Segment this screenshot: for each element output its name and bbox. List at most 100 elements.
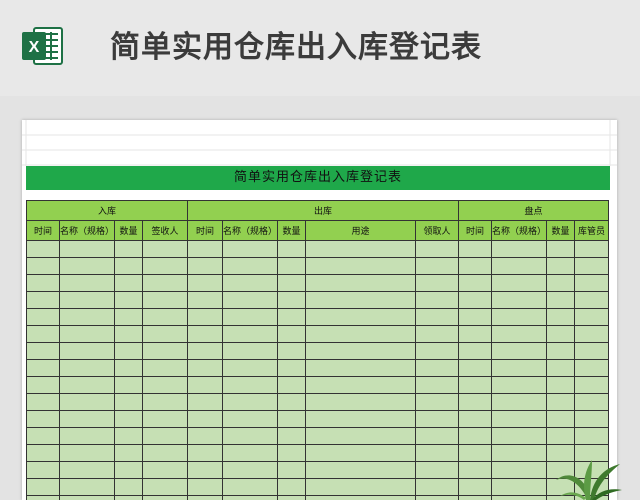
table-cell[interactable] <box>187 376 224 394</box>
table-cell[interactable] <box>142 342 189 360</box>
table-cell[interactable] <box>114 495 144 500</box>
table-cell[interactable] <box>491 240 548 258</box>
table-cell[interactable] <box>114 410 144 428</box>
table-cell[interactable] <box>458 359 493 377</box>
table-cell[interactable] <box>458 444 493 462</box>
table-cell[interactable] <box>491 410 548 428</box>
table-cell[interactable] <box>114 274 144 292</box>
table-cell[interactable] <box>458 393 493 411</box>
table-cell[interactable] <box>114 240 144 258</box>
table-cell[interactable] <box>458 478 493 496</box>
table-cell[interactable] <box>187 410 224 428</box>
table-cell[interactable] <box>546 376 576 394</box>
table-cell[interactable] <box>277 240 307 258</box>
table-cell[interactable] <box>277 444 307 462</box>
table-cell[interactable] <box>277 325 307 343</box>
table-cell[interactable] <box>187 325 224 343</box>
table-cell[interactable] <box>491 291 548 309</box>
table-cell[interactable] <box>491 257 548 275</box>
table-cell[interactable] <box>458 427 493 445</box>
table-cell[interactable] <box>277 291 307 309</box>
table-cell[interactable] <box>305 359 417 377</box>
table-cell[interactable] <box>546 342 576 360</box>
table-cell[interactable] <box>58 257 116 275</box>
table-cell[interactable] <box>222 393 279 411</box>
table-cell[interactable] <box>415 495 460 500</box>
table-cell[interactable] <box>277 308 307 326</box>
table-cell[interactable] <box>26 342 60 360</box>
table-cell[interactable] <box>305 495 417 500</box>
table-cell[interactable] <box>415 240 460 258</box>
table-cell[interactable] <box>458 461 493 479</box>
table-cell[interactable] <box>415 308 460 326</box>
table-cell[interactable] <box>305 427 417 445</box>
table-cell[interactable] <box>415 342 460 360</box>
table-cell[interactable] <box>277 393 307 411</box>
table-cell[interactable] <box>277 478 307 496</box>
table-cell[interactable] <box>415 359 460 377</box>
table-cell[interactable] <box>114 376 144 394</box>
table-cell[interactable] <box>491 376 548 394</box>
table-cell[interactable] <box>142 325 189 343</box>
table-cell[interactable] <box>142 461 189 479</box>
table-cell[interactable] <box>26 274 60 292</box>
table-cell[interactable] <box>305 291 417 309</box>
table-cell[interactable] <box>491 427 548 445</box>
table-cell[interactable] <box>574 240 610 258</box>
table-cell[interactable] <box>142 444 189 462</box>
table-cell[interactable] <box>58 240 116 258</box>
table-cell[interactable] <box>142 376 189 394</box>
table-cell[interactable] <box>415 478 460 496</box>
table-cell[interactable] <box>58 291 116 309</box>
table-cell[interactable] <box>187 257 224 275</box>
table-cell[interactable] <box>415 410 460 428</box>
table-cell[interactable] <box>187 444 224 462</box>
table-cell[interactable] <box>114 359 144 377</box>
table-cell[interactable] <box>458 291 493 309</box>
table-cell[interactable] <box>187 427 224 445</box>
table-cell[interactable] <box>26 461 60 479</box>
table-cell[interactable] <box>222 257 279 275</box>
table-cell[interactable] <box>58 427 116 445</box>
table-cell[interactable] <box>26 257 60 275</box>
table-cell[interactable] <box>142 495 189 500</box>
table-cell[interactable] <box>574 342 610 360</box>
table-cell[interactable] <box>305 325 417 343</box>
table-cell[interactable] <box>187 461 224 479</box>
table-cell[interactable] <box>574 257 610 275</box>
table-cell[interactable] <box>222 495 279 500</box>
table-cell[interactable] <box>142 257 189 275</box>
table-cell[interactable] <box>305 257 417 275</box>
table-cell[interactable] <box>415 427 460 445</box>
table-cell[interactable] <box>222 359 279 377</box>
table-cell[interactable] <box>222 240 279 258</box>
table-cell[interactable] <box>187 359 224 377</box>
table-cell[interactable] <box>305 444 417 462</box>
table-cell[interactable] <box>58 308 116 326</box>
table-cell[interactable] <box>415 444 460 462</box>
table-cell[interactable] <box>187 291 224 309</box>
table-cell[interactable] <box>142 291 189 309</box>
table-cell[interactable] <box>187 308 224 326</box>
table-cell[interactable] <box>546 257 576 275</box>
table-cell[interactable] <box>58 461 116 479</box>
table-cell[interactable] <box>277 461 307 479</box>
table-cell[interactable] <box>222 325 279 343</box>
table-cell[interactable] <box>58 325 116 343</box>
table-cell[interactable] <box>114 342 144 360</box>
table-cell[interactable] <box>277 257 307 275</box>
table-cell[interactable] <box>305 240 417 258</box>
table-cell[interactable] <box>222 291 279 309</box>
table-cell[interactable] <box>142 410 189 428</box>
table-cell[interactable] <box>277 274 307 292</box>
table-cell[interactable] <box>491 444 548 462</box>
table-cell[interactable] <box>574 274 610 292</box>
table-cell[interactable] <box>222 376 279 394</box>
table-cell[interactable] <box>58 342 116 360</box>
table-cell[interactable] <box>415 376 460 394</box>
table-cell[interactable] <box>491 478 548 496</box>
table-cell[interactable] <box>491 393 548 411</box>
table-cell[interactable] <box>26 359 60 377</box>
table-cell[interactable] <box>58 495 116 500</box>
table-cell[interactable] <box>277 342 307 360</box>
